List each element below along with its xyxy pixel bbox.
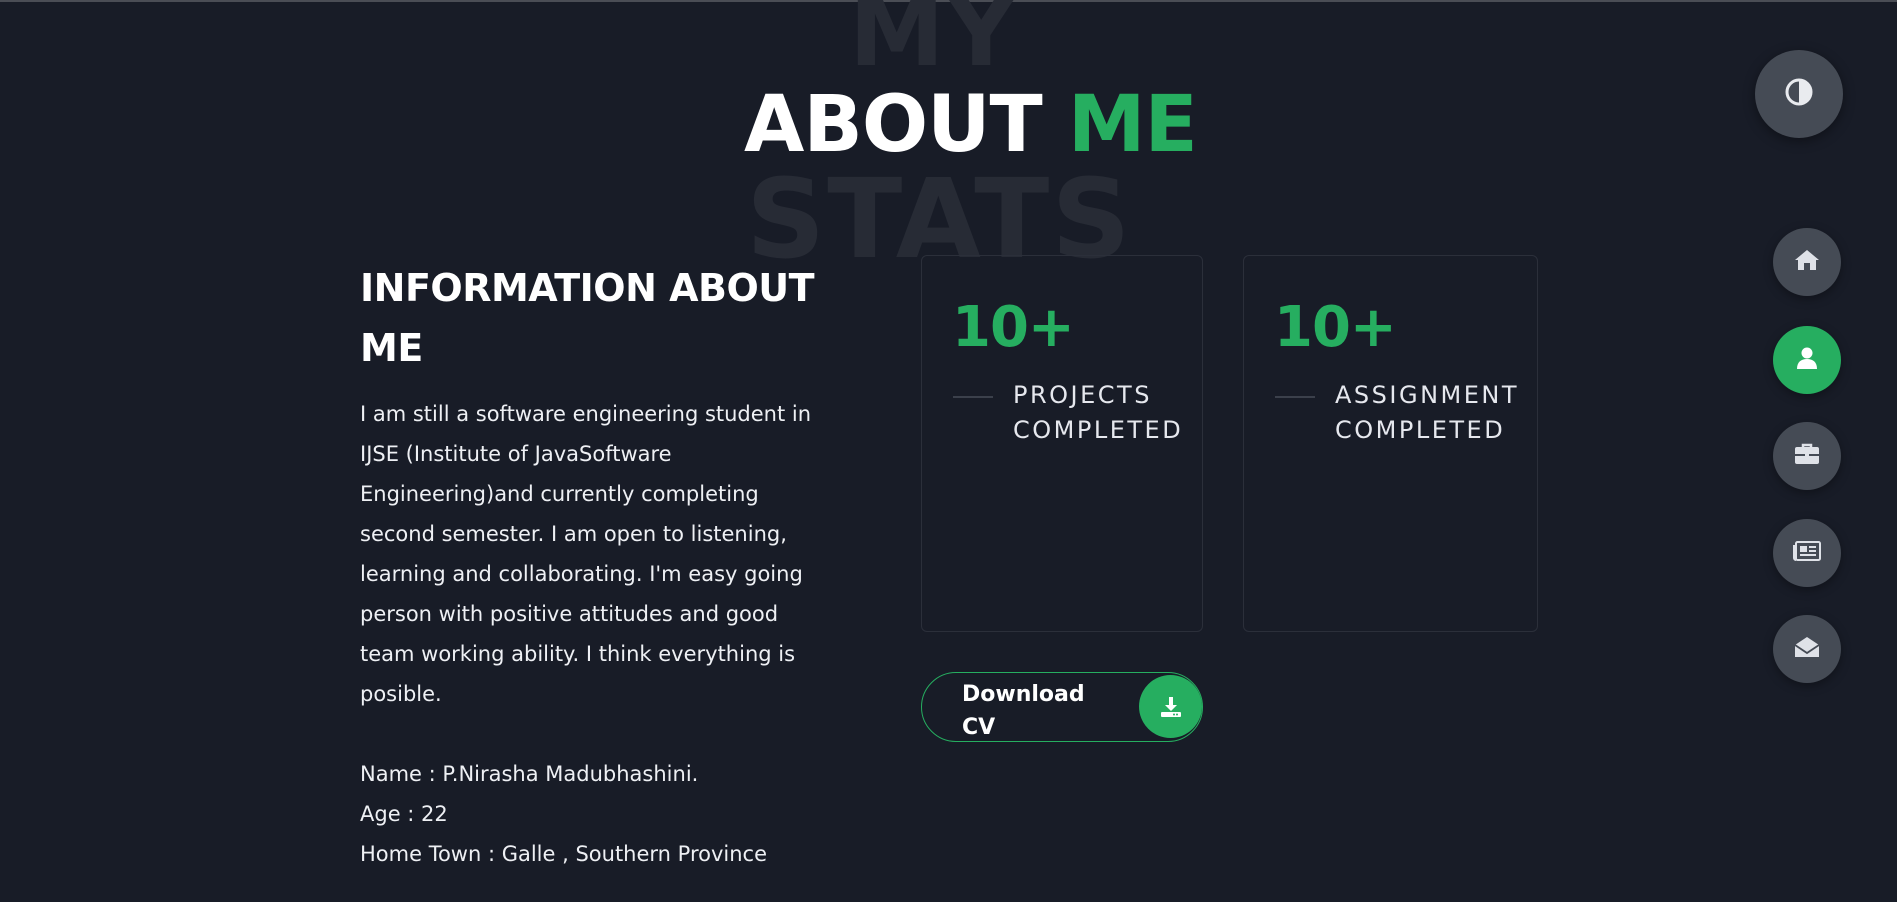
page-title: ABOUT ME [744,86,1198,164]
stat-label: PROJECTS COMPLETED [1013,381,1184,444]
download-cv-label: Download CV [962,682,1085,740]
download-cv-button[interactable]: Download CV [921,672,1203,742]
download-icon [1139,675,1202,738]
stat-card-assignments: 10+ ASSIGNMENT COMPLETED [1243,255,1538,632]
personal-details: Name : P.Nirasha Madubhashini. Age : 22 … [360,754,820,874]
user-icon [1796,346,1818,374]
nav-home-button[interactable] [1773,228,1841,296]
nav-portfolio-button[interactable] [1773,422,1841,490]
nav-contact-button[interactable] [1773,615,1841,683]
page-title-main: ABOUT [744,80,1068,170]
detail-age: Age : 22 [360,802,448,826]
theme-toggle-button[interactable] [1755,50,1843,138]
nav-blog-button[interactable] [1773,519,1841,587]
briefcase-icon [1794,443,1820,469]
contrast-icon [1784,77,1814,111]
stat-divider [1275,396,1315,398]
envelope-open-icon [1794,635,1820,663]
stat-number: 10+ [952,295,1075,360]
info-paragraph: I am still a software engineering studen… [360,402,812,706]
stat-number: 10+ [1274,295,1397,360]
nav-about-button[interactable] [1773,326,1841,394]
detail-name: Name : P.Nirasha Madubhashini. [360,762,699,786]
detail-hometown: Home Town : Galle , Southern Province [360,842,768,866]
stat-divider [953,396,993,398]
stat-card-projects: 10+ PROJECTS COMPLETED [921,255,1203,632]
stat-label: ASSIGNMENT COMPLETED [1335,381,1519,444]
home-icon [1793,248,1821,276]
page-title-accent: ME [1067,80,1198,170]
newspaper-icon [1793,540,1821,566]
info-heading: INFORMATION ABOUT ME [360,266,815,370]
background-watermark-my: MY [849,0,1019,88]
